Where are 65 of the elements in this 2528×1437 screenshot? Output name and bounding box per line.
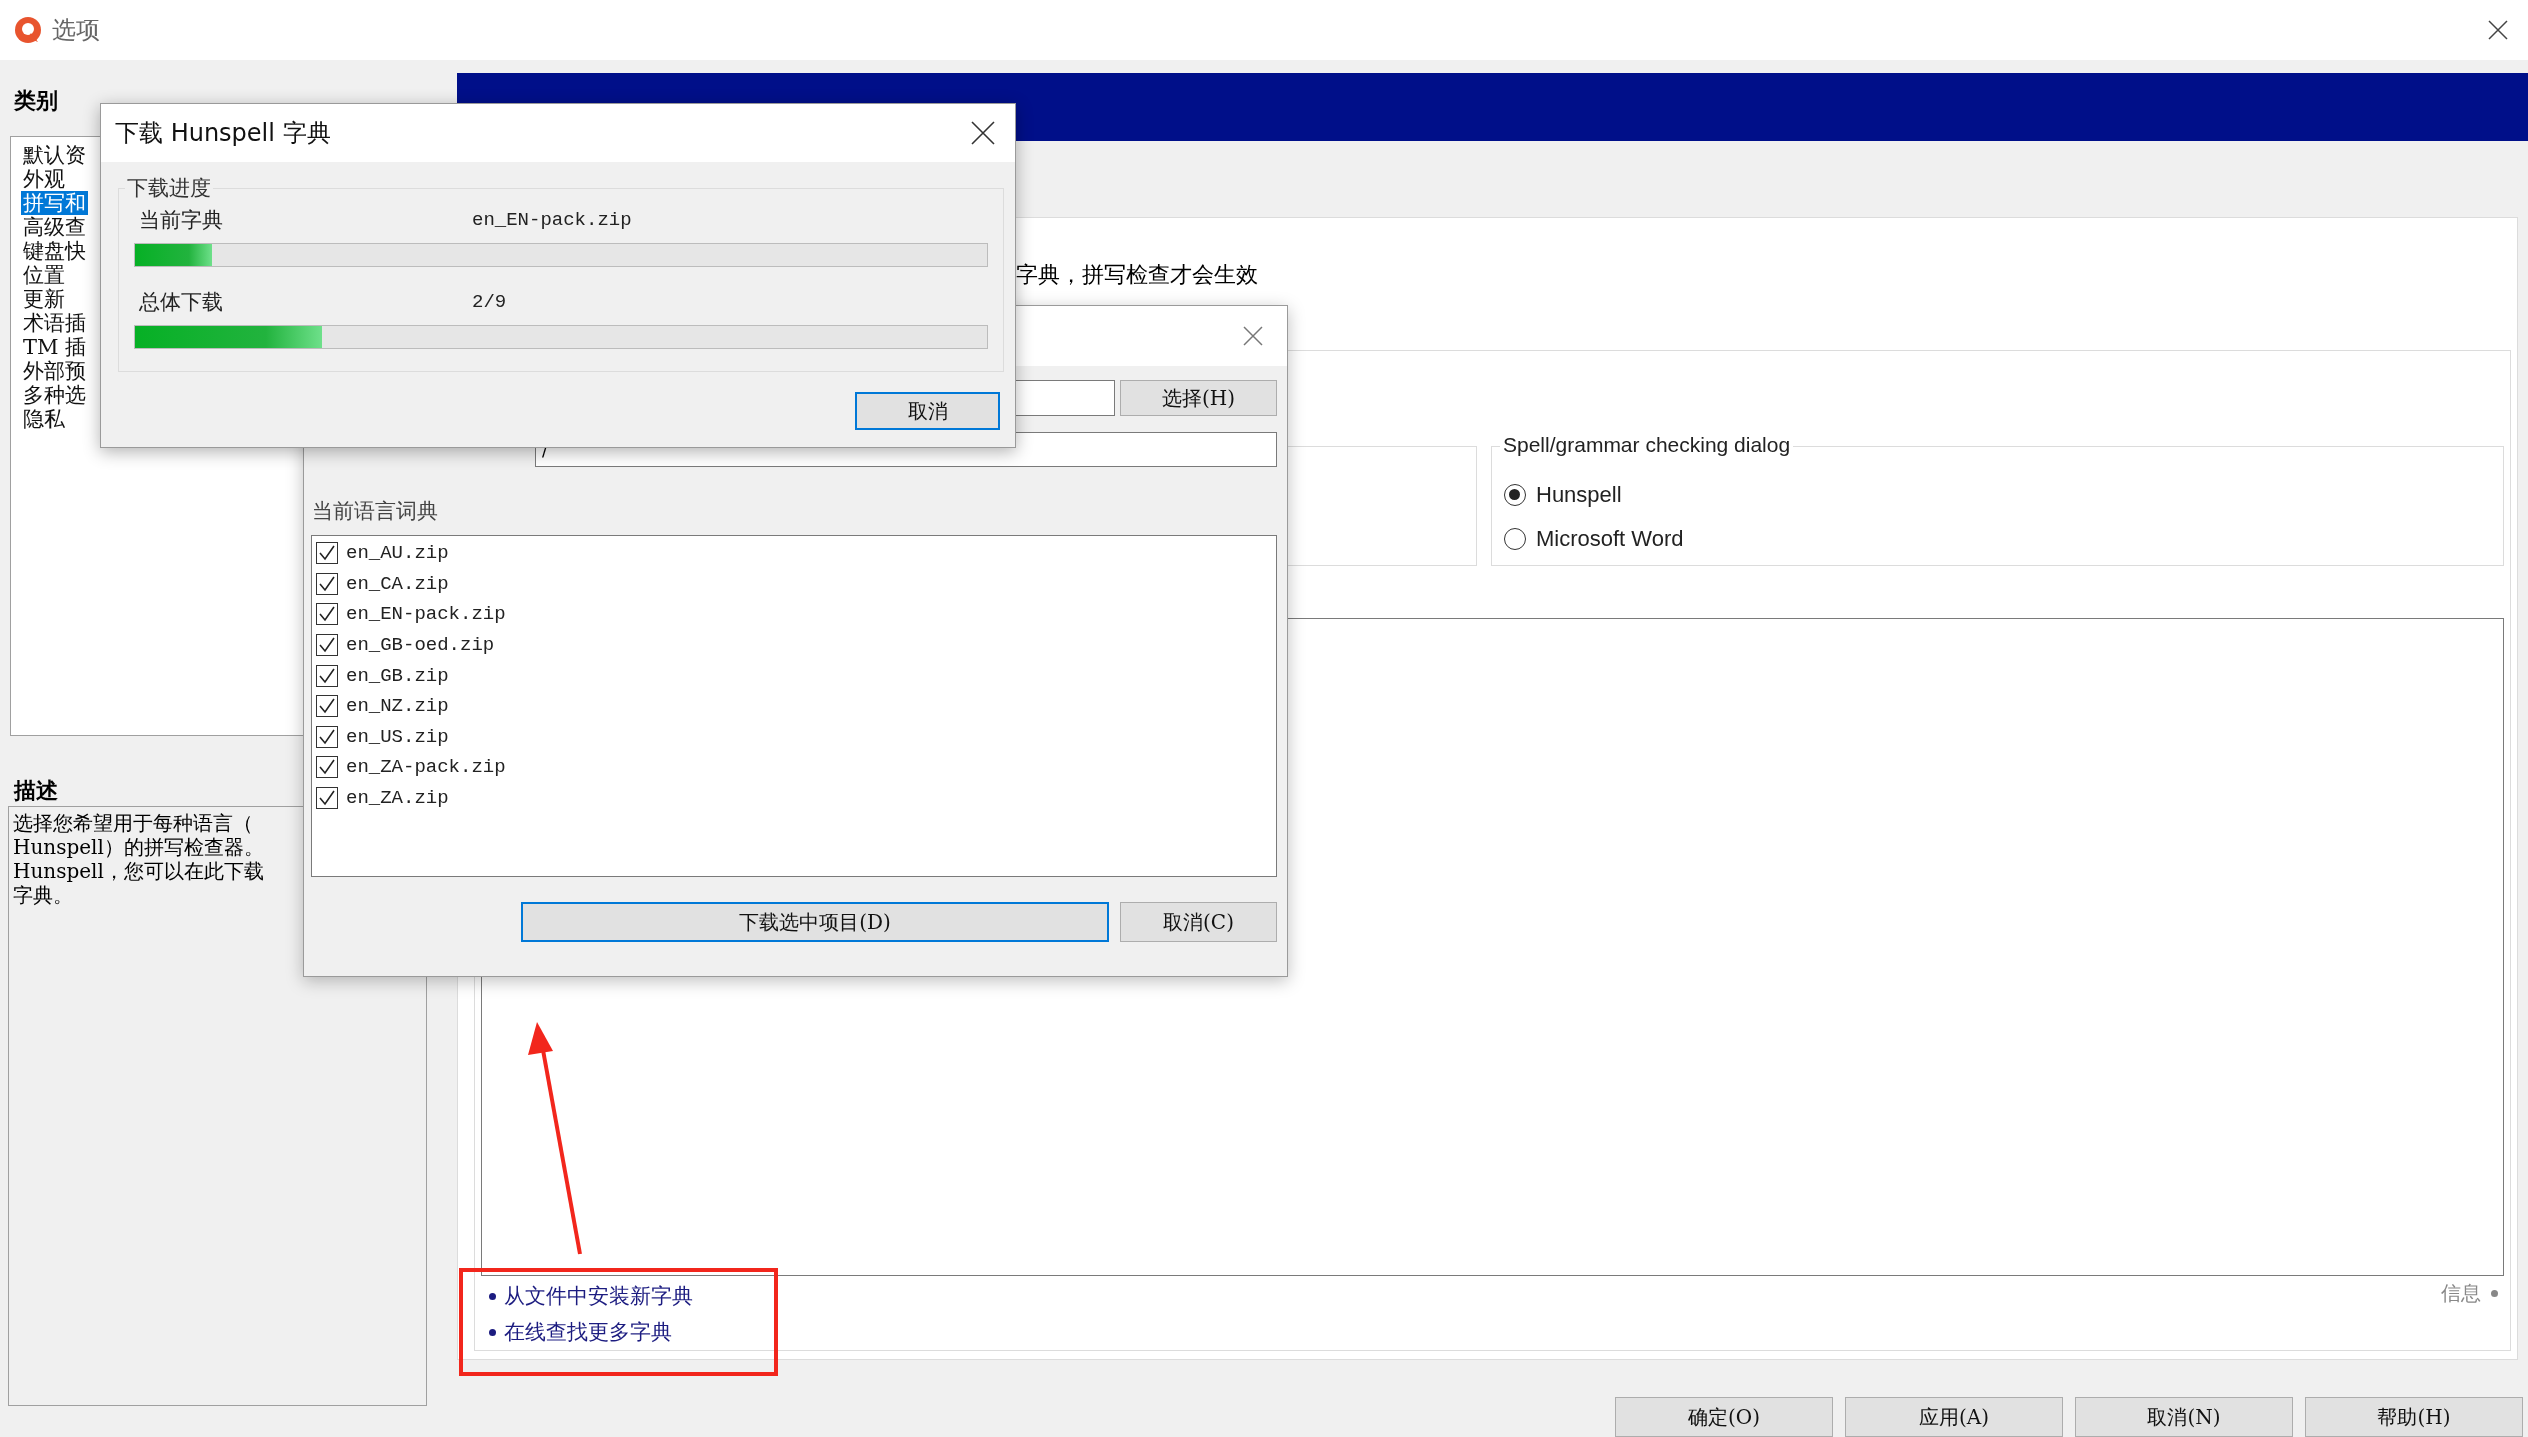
description-line: 选择您希望用于每种语言（ [13, 811, 253, 835]
progress-label: 总体下载 [139, 289, 224, 316]
description-line: Hunspell）的拼写检查器。 [13, 835, 264, 859]
description-line: 字典。 [13, 883, 73, 907]
dialog-button[interactable]: 确定(O) [1615, 1397, 1833, 1437]
radio-button[interactable] [1504, 484, 1526, 506]
select-button[interactable]: 选择(H) [1120, 380, 1277, 416]
checkbox[interactable] [316, 787, 338, 810]
category-item[interactable]: 键盘快 [21, 239, 88, 263]
progress-value: en_EN-pack.zip [472, 209, 632, 231]
dot-icon [2491, 1289, 2498, 1297]
progress-label: 当前字典 [139, 207, 224, 234]
category-item[interactable]: 高级查 [21, 215, 88, 239]
category-item[interactable]: 更新 [21, 287, 67, 311]
dictionary-name[interactable]: en_NZ.zip [346, 695, 449, 718]
link[interactable]: 在线查找更多字典 [504, 1318, 672, 1346]
dictionary-name[interactable]: en_ZA-pack.zip [346, 756, 506, 779]
category-item[interactable]: 隐私 [21, 407, 67, 431]
dialog-button[interactable]: 下载选中项目(D) [521, 902, 1109, 942]
checkbox[interactable] [316, 756, 338, 779]
section-label: 描述 [12, 776, 58, 805]
close-icon[interactable] [971, 121, 995, 145]
category-item[interactable]: 位置 [21, 263, 67, 287]
app-icon [14, 16, 42, 44]
category-item[interactable]: 外观 [21, 167, 67, 191]
category-item[interactable]: 术语插 [21, 311, 88, 335]
progress-value: 2/9 [472, 291, 507, 313]
info-label[interactable]: 信息 [2441, 1279, 2481, 1307]
dictionary-name[interactable]: en_EN-pack.zip [346, 603, 506, 626]
link[interactable]: 从文件中安装新字典 [504, 1282, 693, 1310]
checkbox[interactable] [316, 603, 338, 626]
radio-label[interactable]: Hunspell [1536, 482, 1622, 508]
dictionary-name[interactable]: en_GB-oed.zip [346, 634, 495, 657]
dialog-title: 下载 Hunspell 字典 [115, 118, 331, 149]
dictionary-name[interactable]: en_ZA.zip [346, 787, 449, 810]
category-item[interactable]: 外部预 [21, 359, 88, 383]
dialog-button[interactable]: 应用(A) [1845, 1397, 2063, 1437]
category-item[interactable]: 多种选 [21, 383, 88, 407]
list-label: 当前语言词典 [312, 498, 438, 525]
description-line: Hunspell，您可以在此下载 [13, 859, 264, 883]
cancel-button[interactable]: 取消 [855, 392, 1000, 430]
radio-button[interactable] [1504, 528, 1526, 550]
dictionary-name[interactable]: en_US.zip [346, 725, 449, 748]
close-icon[interactable] [2488, 20, 2508, 40]
category-item[interactable]: 拼写和 [21, 191, 88, 215]
bullet-icon [489, 1328, 496, 1336]
checkbox[interactable] [316, 542, 338, 565]
category-item[interactable]: 默认资 [21, 143, 88, 167]
checkbox[interactable] [316, 572, 338, 595]
dictionary-name[interactable]: en_CA.zip [346, 572, 449, 595]
dictionary-name[interactable]: en_GB.zip [346, 664, 449, 687]
checkbox[interactable] [316, 695, 338, 718]
dialog-button[interactable]: 取消(N) [2075, 1397, 2293, 1437]
dialog-button[interactable]: 帮助(H) [2305, 1397, 2523, 1437]
checkbox[interactable] [316, 725, 338, 748]
checkbox[interactable] [316, 634, 338, 657]
checkbox[interactable] [316, 664, 338, 687]
dialog-button[interactable]: 取消(C) [1120, 902, 1277, 942]
window-title: 选项 [52, 15, 100, 46]
bullet-icon [489, 1292, 496, 1300]
notice-text: 字典，拼写检查才会生效 [1016, 261, 1258, 289]
section-label: 类别 [13, 86, 58, 115]
dictionary-name[interactable]: en_AU.zip [346, 542, 449, 565]
category-item[interactable]: TM 插 [21, 335, 89, 359]
radio-label[interactable]: Microsoft Word [1536, 526, 1684, 552]
